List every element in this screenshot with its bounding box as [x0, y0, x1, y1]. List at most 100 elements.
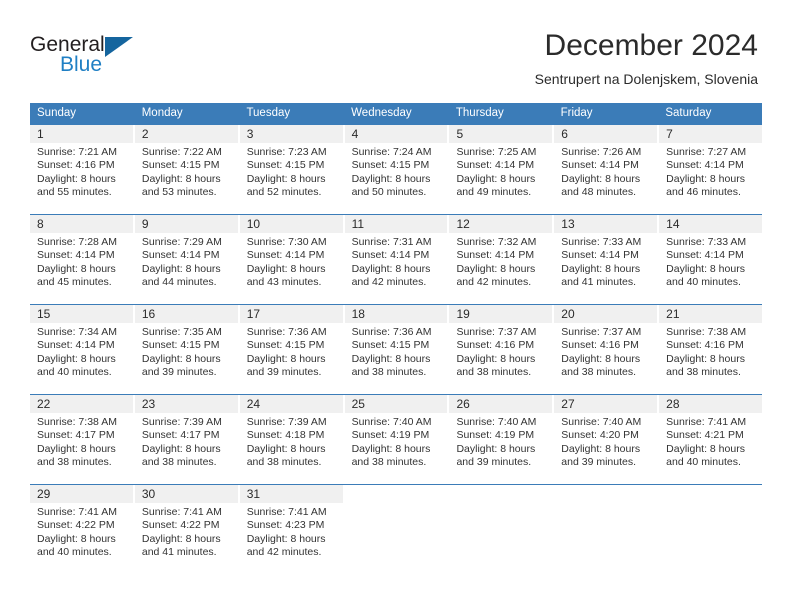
- day-number: 30: [134, 485, 238, 503]
- sunset-text: Sunset: 4:15 PM: [141, 159, 220, 172]
- daylight-text-line1: Daylight: 8 hours: [456, 352, 536, 365]
- day-cell[interactable]: 20 Sunrise: 7:37 AM Sunset: 4:16 PM Dayl…: [554, 305, 660, 386]
- day-number: [554, 485, 658, 503]
- day-info: Sunrise: 7:22 AM Sunset: 4:15 PM Dayligh…: [135, 143, 238, 200]
- sunset-text: Sunset: 4:15 PM: [246, 339, 325, 352]
- day-cell[interactable]: 28 Sunrise: 7:41 AM Sunset: 4:21 PM Dayl…: [659, 395, 763, 476]
- day-cell[interactable]: 5 Sunrise: 7:25 AM Sunset: 4:14 PM Dayli…: [449, 125, 555, 206]
- sunset-text: Sunset: 4:23 PM: [246, 519, 325, 532]
- day-cell[interactable]: 14 Sunrise: 7:33 AM Sunset: 4:14 PM Dayl…: [659, 215, 763, 296]
- daylight-text-line2: and 49 minutes.: [456, 186, 532, 199]
- day-cell[interactable]: 8 Sunrise: 7:28 AM Sunset: 4:14 PM Dayli…: [30, 215, 135, 296]
- day-cell[interactable]: 31 Sunrise: 7:41 AM Sunset: 4:23 PM Dayl…: [239, 485, 345, 566]
- day-cell[interactable]: 6 Sunrise: 7:26 AM Sunset: 4:14 PM Dayli…: [554, 125, 660, 206]
- day-cell[interactable]: 11 Sunrise: 7:31 AM Sunset: 4:14 PM Dayl…: [344, 215, 450, 296]
- day-cell[interactable]: 27 Sunrise: 7:40 AM Sunset: 4:20 PM Dayl…: [554, 395, 660, 476]
- day-cell[interactable]: 22 Sunrise: 7:38 AM Sunset: 4:17 PM Dayl…: [30, 395, 135, 476]
- daylight-text-line1: Daylight: 8 hours: [141, 352, 221, 365]
- sunrise-text: Sunrise: 7:33 AM: [561, 236, 642, 248]
- day-info: Sunrise: 7:29 AM Sunset: 4:14 PM Dayligh…: [135, 233, 238, 290]
- daylight-text-line1: Daylight: 8 hours: [351, 262, 431, 275]
- day-cell[interactable]: 7 Sunrise: 7:27 AM Sunset: 4:14 PM Dayli…: [659, 125, 763, 206]
- day-number: 29: [30, 485, 133, 503]
- weekday-header-saturday: Saturday: [665, 107, 712, 119]
- sunset-text: Sunset: 4:16 PM: [456, 339, 535, 352]
- sunrise-text: Sunrise: 7:33 AM: [666, 236, 747, 248]
- sunrise-text: Sunrise: 7:21 AM: [37, 146, 117, 158]
- day-number: 17: [239, 305, 343, 323]
- day-number: 25: [344, 395, 448, 413]
- daylight-text-line1: Daylight: 8 hours: [141, 532, 221, 545]
- daylight-text-line2: and 40 minutes.: [37, 546, 112, 559]
- daylight-text-line2: and 50 minutes.: [351, 186, 427, 199]
- daylight-text-line1: Daylight: 8 hours: [561, 262, 641, 275]
- sunrise-text: Sunrise: 7:37 AM: [456, 326, 537, 338]
- day-cell[interactable]: 19 Sunrise: 7:37 AM Sunset: 4:16 PM Dayl…: [449, 305, 555, 386]
- week-row: 8 Sunrise: 7:28 AM Sunset: 4:14 PM Dayli…: [30, 214, 763, 296]
- sunset-text: Sunset: 4:22 PM: [141, 519, 220, 532]
- sunset-text: Sunset: 4:16 PM: [666, 339, 744, 352]
- daylight-text-line1: Daylight: 8 hours: [351, 172, 431, 185]
- day-cell[interactable]: 4 Sunrise: 7:24 AM Sunset: 4:15 PM Dayli…: [344, 125, 450, 206]
- day-number: 2: [134, 125, 238, 143]
- day-cell[interactable]: 10 Sunrise: 7:30 AM Sunset: 4:14 PM Dayl…: [239, 215, 345, 296]
- sunrise-text: Sunrise: 7:39 AM: [141, 416, 222, 428]
- day-info: Sunrise: 7:41 AM Sunset: 4:21 PM Dayligh…: [659, 413, 762, 470]
- day-cell-empty: [659, 485, 763, 566]
- sunset-text: Sunset: 4:19 PM: [351, 429, 430, 442]
- day-cell[interactable]: 17 Sunrise: 7:36 AM Sunset: 4:15 PM Dayl…: [239, 305, 345, 386]
- sunset-text: Sunset: 4:14 PM: [561, 159, 639, 172]
- day-cell[interactable]: 15 Sunrise: 7:34 AM Sunset: 4:14 PM Dayl…: [30, 305, 135, 386]
- weekday-header-sunday: Sunday: [30, 103, 135, 124]
- day-info: Sunrise: 7:41 AM Sunset: 4:22 PM Dayligh…: [135, 503, 238, 560]
- day-cell[interactable]: 29 Sunrise: 7:41 AM Sunset: 4:22 PM Dayl…: [30, 485, 135, 566]
- daylight-text-line1: Daylight: 8 hours: [561, 172, 641, 185]
- sunset-text: Sunset: 4:14 PM: [666, 249, 744, 262]
- day-info: Sunrise: 7:31 AM Sunset: 4:14 PM Dayligh…: [345, 233, 448, 290]
- day-cell[interactable]: 2 Sunrise: 7:22 AM Sunset: 4:15 PM Dayli…: [134, 125, 240, 206]
- day-number: 27: [554, 395, 658, 413]
- sunset-text: Sunset: 4:15 PM: [351, 159, 430, 172]
- daylight-text-line1: Daylight: 8 hours: [37, 172, 116, 185]
- day-cell[interactable]: 26 Sunrise: 7:40 AM Sunset: 4:19 PM Dayl…: [449, 395, 555, 476]
- sunrise-text: Sunrise: 7:40 AM: [561, 416, 642, 428]
- daylight-text-line2: and 39 minutes.: [561, 456, 637, 469]
- day-cell[interactable]: 18 Sunrise: 7:36 AM Sunset: 4:15 PM Dayl…: [344, 305, 450, 386]
- day-info: Sunrise: 7:38 AM Sunset: 4:16 PM Dayligh…: [659, 323, 762, 380]
- daylight-text-line1: Daylight: 8 hours: [561, 352, 641, 365]
- day-cell[interactable]: 24 Sunrise: 7:39 AM Sunset: 4:18 PM Dayl…: [239, 395, 345, 476]
- daylight-text-line1: Daylight: 8 hours: [141, 172, 221, 185]
- day-info: Sunrise: 7:33 AM Sunset: 4:14 PM Dayligh…: [659, 233, 762, 290]
- title-block: December 2024 Sentrupert na Dolenjskem, …: [535, 28, 758, 88]
- sunrise-text: Sunrise: 7:30 AM: [246, 236, 327, 248]
- page-title: December 2024: [544, 29, 758, 62]
- page-header: General Blue December 2024 Sentrupert na…: [0, 0, 792, 100]
- sunrise-text: Sunrise: 7:41 AM: [37, 506, 117, 518]
- day-cell[interactable]: 9 Sunrise: 7:29 AM Sunset: 4:14 PM Dayli…: [134, 215, 240, 296]
- daylight-text-line2: and 52 minutes.: [246, 186, 322, 199]
- day-cell[interactable]: 13 Sunrise: 7:33 AM Sunset: 4:14 PM Dayl…: [554, 215, 660, 296]
- day-number: 3: [239, 125, 343, 143]
- day-cell[interactable]: 30 Sunrise: 7:41 AM Sunset: 4:22 PM Dayl…: [134, 485, 240, 566]
- sunset-text: Sunset: 4:14 PM: [561, 249, 639, 262]
- daylight-text-line2: and 39 minutes.: [456, 456, 532, 469]
- daylight-text-line1: Daylight: 8 hours: [37, 532, 116, 545]
- day-cell[interactable]: 23 Sunrise: 7:39 AM Sunset: 4:17 PM Dayl…: [134, 395, 240, 476]
- day-cell[interactable]: 25 Sunrise: 7:40 AM Sunset: 4:19 PM Dayl…: [344, 395, 450, 476]
- day-cell[interactable]: 12 Sunrise: 7:32 AM Sunset: 4:14 PM Dayl…: [449, 215, 555, 296]
- day-info: Sunrise: 7:36 AM Sunset: 4:15 PM Dayligh…: [345, 323, 448, 380]
- day-cell[interactable]: 3 Sunrise: 7:23 AM Sunset: 4:15 PM Dayli…: [239, 125, 345, 206]
- sunset-text: Sunset: 4:17 PM: [37, 429, 115, 442]
- day-number: 8: [30, 215, 133, 233]
- day-info: Sunrise: 7:24 AM Sunset: 4:15 PM Dayligh…: [345, 143, 448, 200]
- day-cell[interactable]: 1 Sunrise: 7:21 AM Sunset: 4:16 PM Dayli…: [30, 125, 135, 206]
- day-cell[interactable]: 16 Sunrise: 7:35 AM Sunset: 4:15 PM Dayl…: [134, 305, 240, 386]
- day-number: 20: [554, 305, 658, 323]
- weekday-header-tuesday: Tuesday: [239, 103, 345, 124]
- daylight-text-line1: Daylight: 8 hours: [456, 442, 536, 455]
- day-cell[interactable]: 21 Sunrise: 7:38 AM Sunset: 4:16 PM Dayl…: [659, 305, 763, 386]
- general-blue-logo[interactable]: General Blue: [30, 33, 220, 83]
- sunrise-text: Sunrise: 7:38 AM: [37, 416, 117, 428]
- sunset-text: Sunset: 4:15 PM: [246, 159, 325, 172]
- sunset-text: Sunset: 4:15 PM: [351, 339, 430, 352]
